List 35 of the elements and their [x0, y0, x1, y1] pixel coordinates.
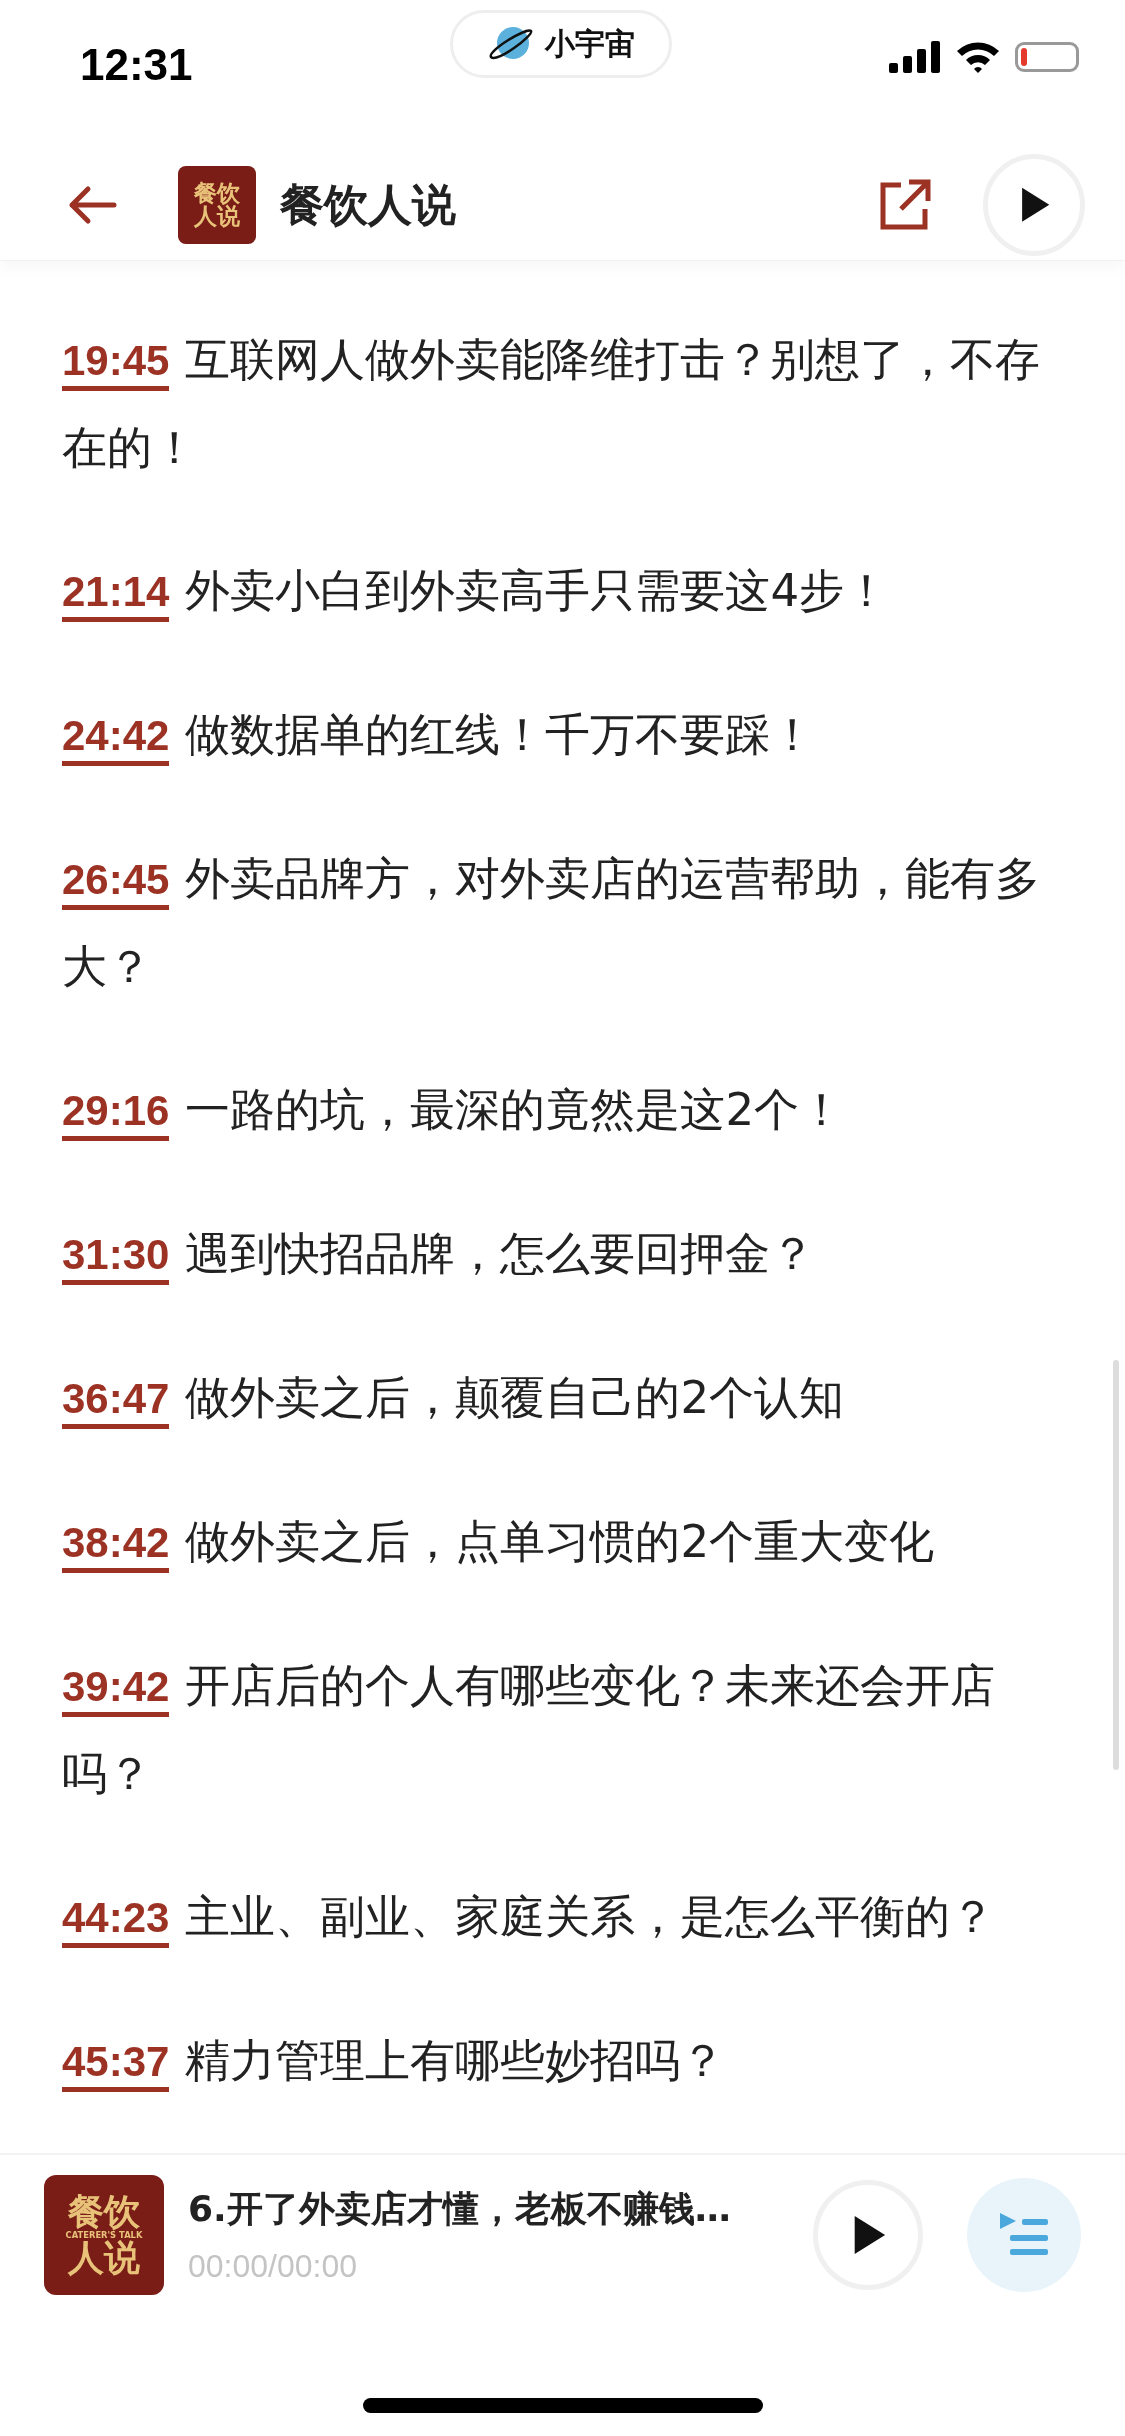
chapter-item: 26:45 外卖品牌方，对外卖店的运营帮助，能有多大？	[62, 851, 1042, 995]
wifi-icon	[955, 40, 1001, 74]
podcast-title: 餐饮人说	[280, 177, 457, 232]
timestamp-link[interactable]: 38:42	[62, 1519, 170, 1573]
timestamp-link[interactable]: 24:42	[62, 712, 170, 766]
chapter-item: 19:45 互联网人做外卖能降维打击？别想了，不存在的！	[62, 332, 1042, 476]
timestamp-link[interactable]: 26:45	[62, 856, 170, 910]
timestamp-link[interactable]: 36:47	[62, 1375, 170, 1429]
logo-subtitle: CATERER'S TALK	[65, 2229, 143, 2240]
logo-text: 餐饮	[194, 181, 240, 205]
timestamp-link[interactable]: 45:37	[62, 2038, 170, 2092]
timestamp-link[interactable]: 29:16	[62, 1087, 170, 1141]
chapter-item: 38:42 做外卖之后，点单习惯的2个重大变化	[62, 1498, 1063, 1586]
timestamp-link[interactable]: 31:30	[62, 1231, 170, 1285]
app-pill[interactable]: 小宇宙	[450, 10, 672, 78]
signal-icon	[889, 41, 941, 73]
chapter-item: 36:47 做外卖之后，颠覆自己的2个认知	[62, 1354, 1063, 1442]
logo-text: 人说	[194, 205, 240, 229]
chapter-item: 21:14 外卖小白到外卖高手只需要这4步！	[62, 547, 1063, 635]
timestamp-link[interactable]: 19:45	[62, 337, 170, 391]
chapter-item: 44:23 主业、副业、家庭关系，是怎么平衡的？	[62, 1873, 1063, 1961]
timestamp-link[interactable]: 39:42	[62, 1663, 170, 1717]
battery-icon	[1015, 42, 1079, 72]
chapter-item: 39:42 开店后的个人有哪些变化？未来还会开店吗？	[62, 1658, 997, 1802]
chapter-item: 45:37 精力管理上有哪些妙招吗？	[62, 2017, 1063, 2105]
timestamp-link[interactable]: 21:14	[62, 568, 170, 622]
logo-text: 餐饮	[68, 2193, 140, 2230]
episode-title: 6.开了外卖店才懂，老板不赚钱…	[188, 2187, 732, 2231]
logo-text: 人说	[68, 2240, 140, 2277]
chapter-item: 29:16 一路的坑，最深的竟然是这2个！	[62, 1066, 1063, 1154]
chapter-item: 24:42 做数据单的红线！千万不要踩！	[62, 691, 1063, 779]
chapter-item: 31:30 遇到快招品牌，怎么要回押金？	[62, 1210, 1063, 1298]
timestamp-link[interactable]: 44:23	[62, 1894, 170, 1948]
playback-time: 00:00/00:00	[188, 2248, 359, 2285]
status-time: 12:31	[80, 40, 193, 90]
